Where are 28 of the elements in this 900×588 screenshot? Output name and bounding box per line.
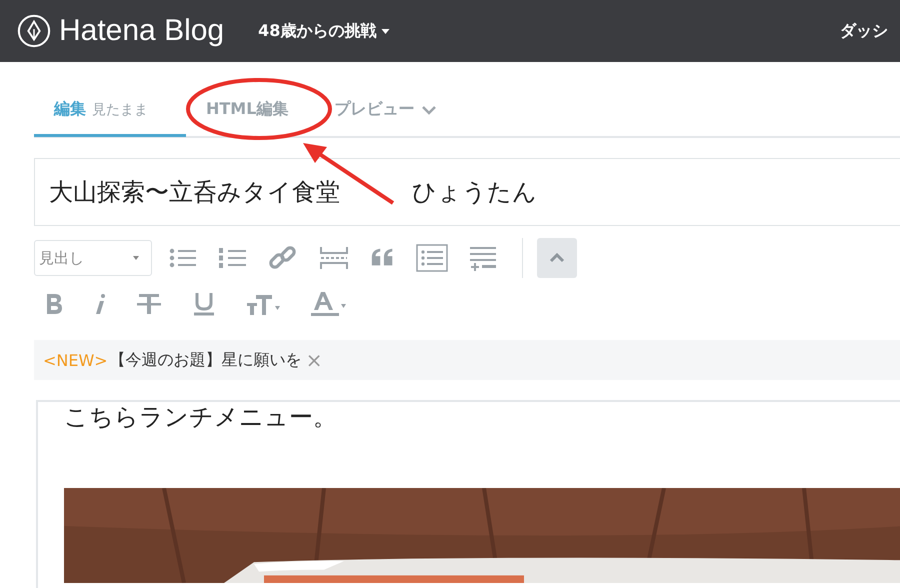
body-text: こちらランチメニュー。 bbox=[64, 404, 338, 430]
chevron-down-icon[interactable] bbox=[422, 106, 436, 114]
numbered-list-icon[interactable] bbox=[218, 246, 248, 270]
table-of-contents-icon[interactable] bbox=[416, 244, 448, 272]
chevron-up-icon bbox=[549, 253, 565, 263]
logo-text[interactable]: Hatena Blog bbox=[59, 14, 224, 48]
font-color-icon[interactable] bbox=[310, 291, 346, 317]
new-label: <NEW> bbox=[43, 350, 108, 370]
link-icon[interactable] bbox=[268, 245, 298, 271]
title-field[interactable]: 大山探索〜立呑みタイ食堂 ひょうたん bbox=[34, 158, 900, 226]
bold-icon[interactable] bbox=[44, 293, 64, 315]
caret-icon bbox=[133, 256, 139, 260]
heading-select[interactable]: 見出し bbox=[34, 240, 152, 276]
editor-area[interactable]: こちらランチメニュー。 bbox=[36, 400, 900, 588]
underline-icon[interactable] bbox=[192, 292, 216, 316]
italic-icon[interactable] bbox=[94, 293, 106, 315]
more-formats-icon[interactable] bbox=[468, 245, 498, 271]
topic-link[interactable]: 【今週のお題】星に願いを bbox=[110, 350, 302, 370]
strikethrough-icon[interactable] bbox=[136, 292, 162, 316]
tab-subtitle: 見たまま bbox=[92, 100, 148, 118]
bulleted-list-icon[interactable] bbox=[168, 246, 198, 270]
page-break-icon[interactable] bbox=[318, 245, 350, 271]
dashboard-link[interactable]: ダッシ bbox=[840, 20, 900, 42]
blog-selector[interactable]: 48歳からの挑戦 bbox=[258, 20, 376, 42]
collapse-button[interactable] bbox=[537, 238, 577, 278]
text-size-icon[interactable] bbox=[246, 293, 280, 315]
pen-nib-icon bbox=[17, 14, 51, 48]
caret-icon bbox=[381, 28, 390, 34]
